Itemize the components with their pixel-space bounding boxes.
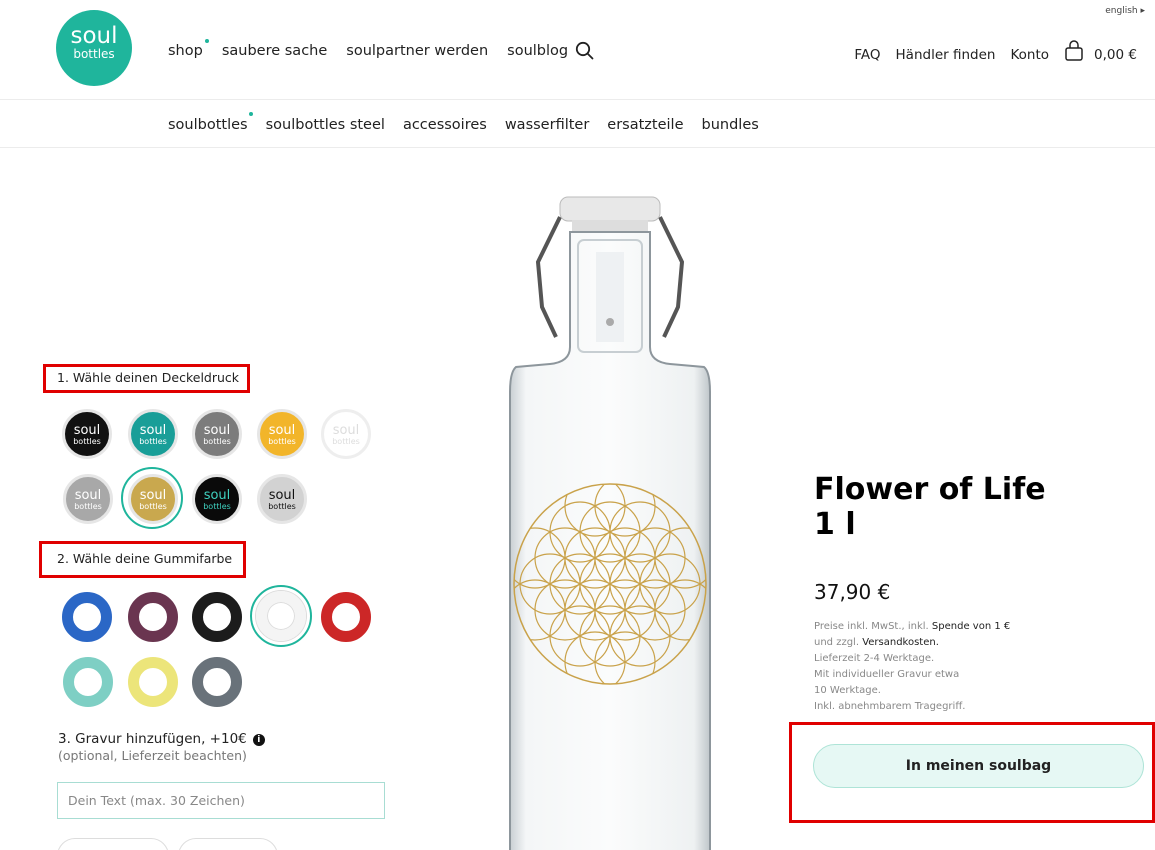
rubber-color-option[interactable]	[128, 592, 178, 642]
subnav-item-ersatzteile[interactable]: ersatzteile	[607, 117, 683, 133]
product-title-line1: Flower of Life	[814, 472, 1046, 507]
logo-text-bottles: bottles	[73, 47, 115, 61]
dealer-link[interactable]: Händler finden	[896, 47, 996, 63]
nav-item-label: shop	[168, 43, 203, 59]
cap-text-bottles: bottles	[139, 437, 167, 446]
active-dot	[248, 112, 253, 116]
account-nav: FAQ Händler finden Konto 0,00 €	[839, 40, 1137, 66]
cap-text-soul: soul	[203, 423, 231, 438]
cap-option[interactable]: soul bottles	[192, 474, 242, 524]
cap-option[interactable]: soul bottles	[257, 474, 307, 524]
main-nav: shop saubere sache soulpartner werden so…	[168, 39, 568, 59]
logo-text-soul: soul	[70, 23, 118, 49]
shipping-link[interactable]: Versandkosten.	[862, 637, 939, 648]
cap-text-soul: soul	[139, 423, 167, 438]
engraving-delivery-note: Mit individueller Gravur etwa	[814, 669, 960, 680]
nav-item-saubere-sache[interactable]: saubere sache	[222, 43, 327, 59]
cap-text-soul: soul	[203, 488, 231, 503]
nav-item-soulblog[interactable]: soulblog	[507, 43, 568, 59]
handle-note: Inkl. abnehmbarem Tragegriff.	[814, 701, 966, 712]
soulbottles-logo[interactable]: soul bottles	[56, 10, 132, 86]
donation-link[interactable]: Spende von 1 €	[932, 621, 1010, 632]
cap-option[interactable]: soul bottles	[321, 409, 371, 459]
cap-text-bottles: bottles	[332, 437, 360, 446]
cart-total[interactable]: 0,00 €	[1094, 47, 1137, 63]
cap-text-soul: soul	[139, 488, 167, 503]
info-icon[interactable]: i	[252, 734, 265, 746]
price-fine-print: Preise inkl. MwSt., inkl. Spende von 1 €…	[814, 619, 1010, 715]
rubber-color-option[interactable]	[192, 592, 242, 642]
step3-label: 3. Gravur hinzufügen, +10€ i	[58, 731, 265, 747]
cap-option[interactable]: soul bottles	[128, 409, 178, 459]
cap-text-soul: soul	[268, 488, 296, 503]
cap-option[interactable]: soul bottles	[192, 409, 242, 459]
engrave-option-pill[interactable]	[178, 838, 278, 850]
account-link[interactable]: Konto	[1010, 47, 1049, 63]
rubber-color-option[interactable]	[63, 657, 113, 707]
engraving-text-input[interactable]	[57, 782, 385, 819]
subnav-item-soulbottles[interactable]: soulbottles	[168, 112, 253, 133]
product-title-line2: 1 l	[814, 507, 856, 542]
cap-text-bottles: bottles	[203, 437, 231, 446]
product-title: Flower of Life 1 l	[814, 472, 1046, 542]
search-icon[interactable]	[575, 41, 595, 61]
cap-text-bottles: bottles	[203, 502, 231, 511]
cap-text-bottles: bottles	[268, 437, 296, 446]
rubber-color-option[interactable]	[128, 657, 178, 707]
cap-text-soul: soul	[268, 423, 296, 438]
cap-option[interactable]: soul bottles	[63, 474, 113, 524]
step3-label-text: 3. Gravur hinzufügen, +10€	[58, 731, 247, 747]
subnav-item-bundles[interactable]: bundles	[702, 117, 759, 133]
fine-text: und zzgl.	[814, 637, 863, 648]
cap-option[interactable]: soul bottles	[128, 474, 178, 524]
product-image	[509, 196, 711, 850]
language-switch[interactable]: english ▸	[1105, 6, 1145, 16]
step2-label: 2. Wähle deine Gummifarbe	[57, 551, 233, 566]
cap-text-bottles: bottles	[74, 502, 102, 511]
engrave-option-pill[interactable]	[57, 838, 169, 850]
cap-text-soul: soul	[332, 423, 360, 438]
rubber-color-option[interactable]	[192, 657, 242, 707]
subnav-divider	[0, 147, 1155, 148]
step1-label: 1. Wähle deinen Deckeldruck	[57, 370, 240, 385]
nav-item-shop[interactable]: shop	[168, 39, 209, 59]
rubber-color-option[interactable]	[256, 591, 306, 641]
cap-text-bottles: bottles	[73, 437, 101, 446]
subnav-item-wasserfilter[interactable]: wasserfilter	[505, 117, 589, 133]
shopping-bag-icon[interactable]	[1064, 40, 1084, 62]
cap-option[interactable]: soul bottles	[62, 409, 112, 459]
faq-link[interactable]: FAQ	[854, 47, 880, 63]
rubber-color-option[interactable]	[62, 592, 112, 642]
cap-text-soul: soul	[73, 423, 101, 438]
subnav-item-steel[interactable]: soulbottles steel	[266, 117, 385, 133]
header-divider	[0, 99, 1155, 100]
product-price: 37,90 €	[814, 580, 891, 604]
active-dot	[204, 39, 209, 43]
rubber-color-option[interactable]	[321, 592, 371, 642]
cap-option[interactable]: soul bottles	[257, 409, 307, 459]
engraving-delivery-days: 10 Werktage.	[814, 685, 881, 696]
fine-text: Preise inkl. MwSt., inkl.	[814, 621, 932, 632]
delivery-time: Lieferzeit 2-4 Werktage.	[814, 653, 935, 664]
category-nav: soulbottles soulbottles steel accessoire…	[168, 112, 759, 133]
subnav-item-label: soulbottles	[168, 117, 248, 133]
step3-hint: (optional, Lieferzeit beachten)	[58, 748, 247, 763]
nav-item-soulpartner[interactable]: soulpartner werden	[346, 43, 488, 59]
subnav-item-accessoires[interactable]: accessoires	[403, 117, 487, 133]
cap-text-bottles: bottles	[268, 502, 296, 511]
add-to-cart-button[interactable]: In meinen soulbag	[813, 744, 1144, 788]
cap-text-soul: soul	[74, 488, 102, 503]
cap-text-bottles: bottles	[139, 502, 167, 511]
